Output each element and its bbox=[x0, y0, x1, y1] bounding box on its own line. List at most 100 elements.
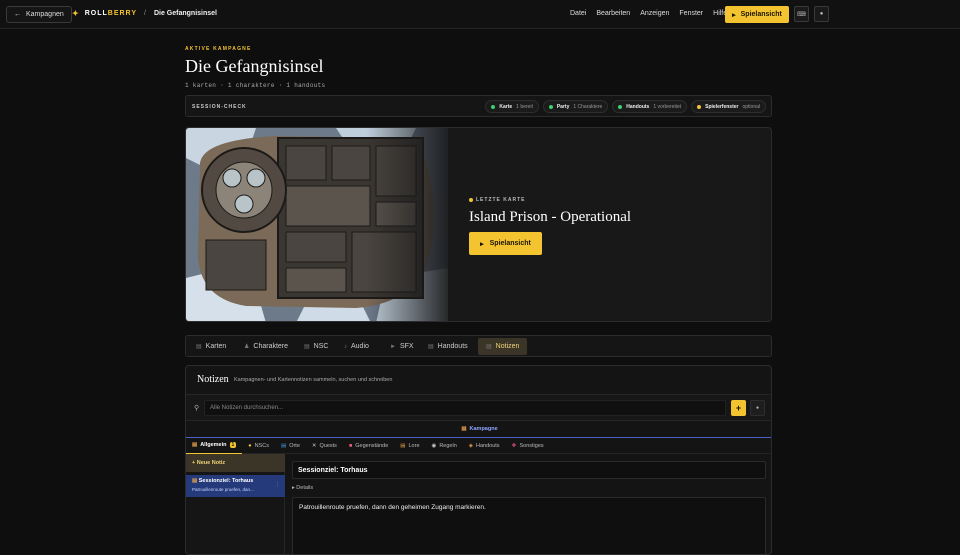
tab-karten[interactable]: ▤ Karten bbox=[188, 338, 234, 355]
scope-tab-kampagne[interactable]: ▤ Kampagne bbox=[186, 421, 771, 438]
tab-handouts[interactable]: ▤ Handouts bbox=[420, 338, 476, 355]
category-label: Allgemein bbox=[200, 442, 227, 448]
notebook-icon: ▤ bbox=[192, 478, 198, 484]
tab-label: NSC bbox=[313, 343, 329, 350]
notes-search-row: ⚲ Alle Notizen durchsuchen... + ● bbox=[186, 394, 771, 421]
breadcrumb-campaign[interactable]: Die Gefangnisinsel bbox=[154, 10, 217, 17]
new-note-button[interactable]: + Neue Notiz bbox=[186, 454, 285, 472]
notes-title: Notizen bbox=[197, 374, 229, 385]
speaker-icon: ► bbox=[390, 343, 396, 350]
status-dot bbox=[548, 104, 553, 109]
notes-options-button[interactable]: ● bbox=[750, 400, 765, 416]
check-name: Spielerfenster bbox=[705, 103, 739, 110]
breadcrumb: ✦ ROLL BERRY / Die Gefangnisinsel bbox=[72, 9, 217, 18]
category-lore[interactable]: ▤ Lore bbox=[394, 438, 425, 454]
book-icon: ▤ bbox=[400, 442, 406, 449]
tab-notizen[interactable]: ▤ Notizen bbox=[478, 338, 528, 355]
back-label: Kampagnen bbox=[26, 11, 64, 18]
npc-icon: ▤ bbox=[304, 344, 310, 350]
top-bar: ← Kampagnen ✦ ROLL BERRY / Die Gefangnis… bbox=[0, 0, 960, 29]
category-label: Handouts bbox=[476, 442, 500, 449]
map-icon: ▤ bbox=[280, 442, 287, 449]
scope-label: Kampagne bbox=[469, 426, 498, 432]
campaign-stats: 1 karten · 1 charaktere · 1 handouts bbox=[185, 82, 326, 89]
session-check-label: SESSION-CHECK bbox=[192, 104, 247, 110]
map-icon: ▤ bbox=[196, 344, 202, 350]
note-item-preview: Patrouillenroute pruefen, dan... bbox=[192, 487, 254, 492]
category-orte[interactable]: ▤ Orte bbox=[275, 438, 306, 454]
category-regeln[interactable]: ◉ Regeln bbox=[426, 438, 463, 454]
search-icon: ⚲ bbox=[194, 405, 200, 412]
tab-nsc[interactable]: ▤ NSC bbox=[296, 338, 336, 355]
category-gegenstaende[interactable]: ■ Gegenstände bbox=[343, 438, 394, 454]
open-map-play-button[interactable]: ▸ Spielansicht bbox=[469, 232, 542, 255]
check-pill-karte[interactable]: Karte 1 bereit bbox=[485, 100, 539, 113]
note-icon: ▤ bbox=[486, 344, 492, 350]
category-allgemein[interactable]: ▤ Allgemein 1 bbox=[186, 438, 243, 454]
category-label: Regeln bbox=[439, 442, 457, 449]
menu-item-bearbeiten[interactable]: Bearbeiten bbox=[596, 10, 630, 17]
note-title-text: Sessionziel: Torhaus bbox=[198, 478, 254, 484]
notes-list: + Neue Notiz ▤ Sessionziel: Torhaus Patr… bbox=[186, 454, 285, 554]
check-name: Handouts bbox=[626, 103, 650, 110]
notes-panel: Notizen Kampagnen- und Kartennotizen sam… bbox=[185, 365, 772, 555]
bag-icon: ■ bbox=[348, 442, 353, 449]
back-to-campaigns-button[interactable]: ← Kampagnen bbox=[6, 6, 72, 23]
notes-search-input[interactable]: Alle Notizen durchsuchen... bbox=[204, 400, 726, 416]
drag-handle-icon[interactable]: ⋮ bbox=[275, 482, 280, 488]
add-note-button[interactable]: + bbox=[731, 400, 746, 416]
music-icon: ♪ bbox=[344, 343, 347, 350]
check-pill-spielerfenster[interactable]: Spielerfenster optional bbox=[691, 100, 766, 113]
category-sonstiges[interactable]: ❖ Sonstiges bbox=[506, 438, 550, 454]
check-status: optional bbox=[742, 103, 760, 110]
note-categories: ▤ Allgemein 1 ● NSCs ▤ Orte ✕ Quests ■ G… bbox=[186, 438, 771, 454]
map-fade-overlay bbox=[366, 128, 456, 321]
play-view-button[interactable]: ▸ Spielansicht bbox=[725, 6, 789, 23]
tab-label: Audio bbox=[351, 343, 369, 350]
pin-icon: ❖ bbox=[511, 442, 517, 449]
play-view-label: Spielansicht bbox=[740, 11, 782, 18]
page-title: Die Gefangnisinsel bbox=[185, 56, 324, 76]
check-status: 1 vorbereitet bbox=[653, 103, 682, 110]
campaign-eyebrow: AKTIVE KAMPAGNE bbox=[185, 46, 252, 52]
keyboard-button[interactable]: ⌨ bbox=[794, 6, 809, 22]
theme-toggle-button[interactable]: ● bbox=[814, 6, 829, 22]
category-label: Quests bbox=[319, 442, 337, 449]
list-item[interactable]: ▤ Sessionziel: Torhaus Patrouillenroute … bbox=[186, 475, 285, 497]
menu-item-fenster[interactable]: Fenster bbox=[679, 10, 703, 17]
last-map-eyebrow: LETZTE KARTE bbox=[469, 197, 526, 203]
note-body-editor[interactable]: Patrouillenroute pruefen, dann den gehei… bbox=[292, 497, 766, 554]
session-check-bar: SESSION-CHECK Karte 1 bereit Party 1 Cha… bbox=[185, 95, 772, 117]
tab-label: Handouts bbox=[437, 343, 468, 350]
details-toggle[interactable]: ▸ Details bbox=[292, 485, 313, 491]
notes-description: Kampagnen- und Kartennotizen sammeln, su… bbox=[234, 377, 393, 383]
last-map-card: LETZTE KARTE Island Prison - Operational… bbox=[185, 127, 772, 322]
face-icon: ● bbox=[248, 442, 252, 449]
document-icon: ▤ bbox=[428, 344, 434, 350]
last-map-title: Island Prison - Operational bbox=[469, 209, 632, 225]
category-label: NSCs bbox=[254, 442, 269, 449]
check-pill-handouts[interactable]: Handouts 1 vorbereitet bbox=[612, 100, 688, 113]
sparkle-icon: ✦ bbox=[72, 9, 80, 18]
menu-item-datei[interactable]: Datei bbox=[570, 10, 586, 17]
menu-bar: Datei Bearbeiten Anzeigen Fenster Hilfe bbox=[570, 10, 727, 17]
tab-sfx[interactable]: ► SFX bbox=[382, 338, 422, 355]
play-label: Spielansicht bbox=[489, 240, 531, 247]
menu-item-anzeigen[interactable]: Anzeigen bbox=[640, 10, 669, 17]
scroll-icon: ◈ bbox=[468, 442, 473, 449]
category-handouts[interactable]: ◈ Handouts bbox=[463, 438, 506, 454]
tab-audio[interactable]: ♪ Audio bbox=[336, 338, 377, 355]
tab-charaktere[interactable]: ♟ Charaktere bbox=[236, 338, 296, 355]
circle-icon: ● bbox=[755, 405, 760, 411]
category-quests[interactable]: ✕ Quests bbox=[306, 438, 343, 454]
category-label: Lore bbox=[408, 442, 420, 449]
check-pill-party[interactable]: Party 1 Charaktere bbox=[542, 100, 609, 113]
category-label: Sonstiges bbox=[519, 442, 544, 449]
note-item-title: ▤ Sessionziel: Torhaus bbox=[192, 478, 279, 484]
status-dot bbox=[491, 104, 496, 109]
category-nscs[interactable]: ● NSCs bbox=[242, 438, 275, 454]
notebook-icon: ▤ bbox=[192, 442, 198, 448]
user-icon: ♟ bbox=[244, 344, 250, 350]
highlight-dot bbox=[469, 198, 473, 202]
note-title-field[interactable]: Sessionziel: Torhaus bbox=[292, 461, 766, 479]
